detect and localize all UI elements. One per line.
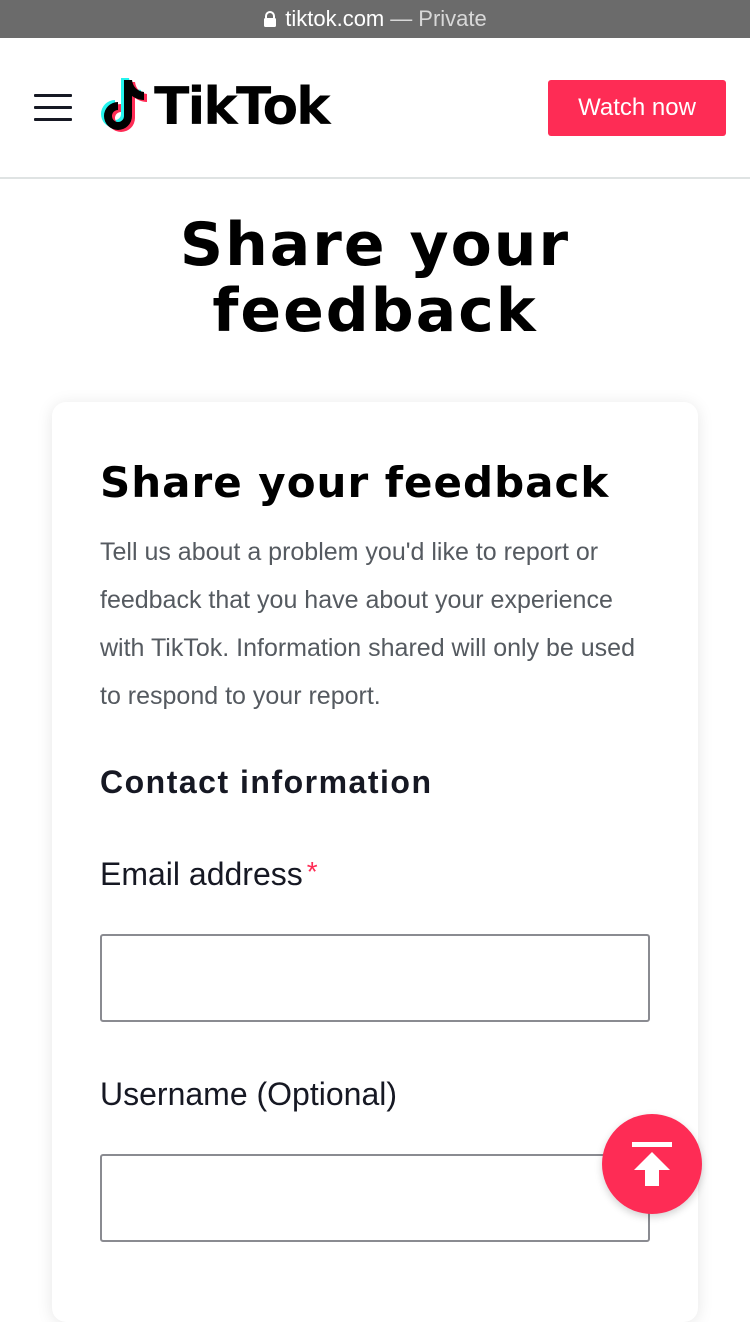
feedback-form-card: Share your feedback Tell us about a prob… (52, 402, 698, 1322)
scroll-to-top-button[interactable] (602, 1114, 702, 1214)
username-field[interactable] (100, 1154, 650, 1242)
contact-section-title: Contact information (100, 764, 433, 800)
page-title-text: Share your feedback (179, 210, 571, 346)
required-marker: * (306, 856, 318, 887)
browser-url-bar[interactable]: tiktok.com — Private (0, 0, 750, 38)
email-label-text: Email address (100, 856, 303, 892)
tiktok-note-icon (101, 78, 147, 132)
page-title: Share your feedback (0, 212, 750, 344)
arrow-up-to-top-icon (632, 1142, 672, 1186)
tiktok-logo[interactable]: TikTok (94, 72, 331, 142)
lock-icon (264, 11, 277, 27)
url-domain: tiktok.com (285, 6, 385, 31)
form-description: Tell us about a problem you'd like to re… (100, 538, 635, 710)
browsing-mode: Private (418, 6, 487, 31)
email-field[interactable] (100, 934, 650, 1022)
form-title: Share your feedback (100, 458, 610, 507)
hamburger-menu-icon[interactable] (34, 90, 74, 124)
logo-wordmark: TikTok (154, 77, 331, 137)
watch-now-button[interactable]: Watch now (548, 80, 726, 136)
url-separator: — (390, 6, 413, 31)
email-label: Email address * (100, 856, 318, 893)
username-label: Username (Optional) (100, 1076, 397, 1112)
site-header: TikTok Watch now (0, 38, 750, 179)
